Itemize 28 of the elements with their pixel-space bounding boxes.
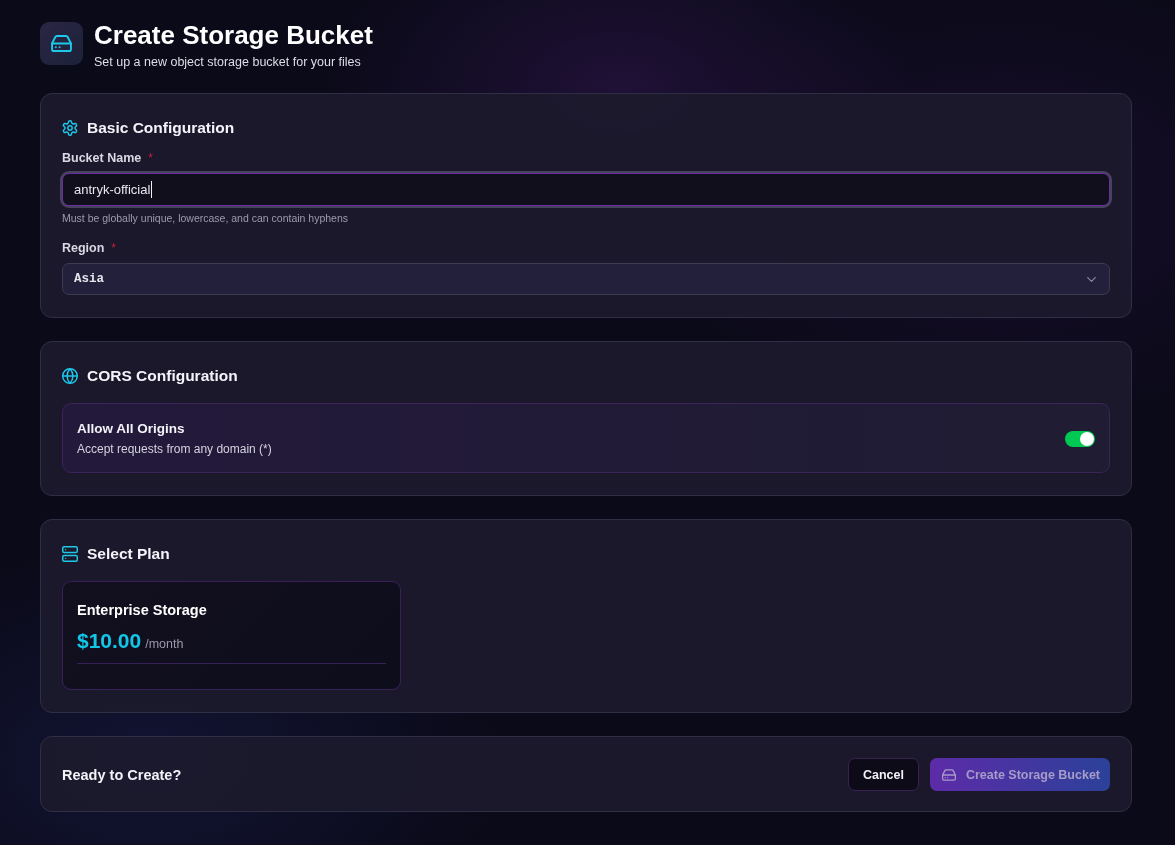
ready-prompt: Ready to Create? — [62, 766, 182, 783]
plan-price: $10.00 — [77, 628, 142, 653]
option-description: Accept requests from any domain (*) — [77, 442, 272, 457]
chevron-down-icon — [1087, 276, 1096, 282]
drive-icon — [941, 768, 956, 781]
page-title: Create Storage Bucket — [94, 21, 373, 49]
section-title: Select Plan — [87, 545, 170, 563]
server-icon — [62, 546, 78, 562]
price-period: /month — [145, 637, 184, 651]
text-cursor-icon — [151, 181, 153, 198]
globe-icon — [62, 368, 78, 384]
section-title: CORS Configuration — [87, 367, 238, 385]
page-subtitle: Set up a new object storage bucket for your files — [94, 54, 361, 70]
settings-icon — [62, 120, 78, 136]
region-select[interactable]: Asia — [62, 263, 1110, 295]
toggle-switch[interactable] — [1065, 431, 1095, 447]
field-label: Bucket Name — [62, 151, 142, 166]
section-title: Basic Configuration — [87, 119, 235, 137]
cancel-button[interactable]: Cancel — [847, 758, 919, 791]
plan-card[interactable]: Enterprise Storage $10.00 /month — [62, 581, 401, 690]
help-text: Must be globally unique, lowercase, and can contain hyphens — [62, 212, 350, 225]
required-mark: * — [111, 241, 117, 256]
bucket-name-input[interactable]: antryk-official — [62, 173, 1110, 206]
option-title: Allow All Origins — [77, 421, 186, 437]
plan-name: Enterprise Storage — [77, 602, 208, 619]
drive-icon — [40, 22, 83, 65]
required-mark: * — [148, 151, 153, 166]
field-label: Region — [62, 241, 105, 256]
